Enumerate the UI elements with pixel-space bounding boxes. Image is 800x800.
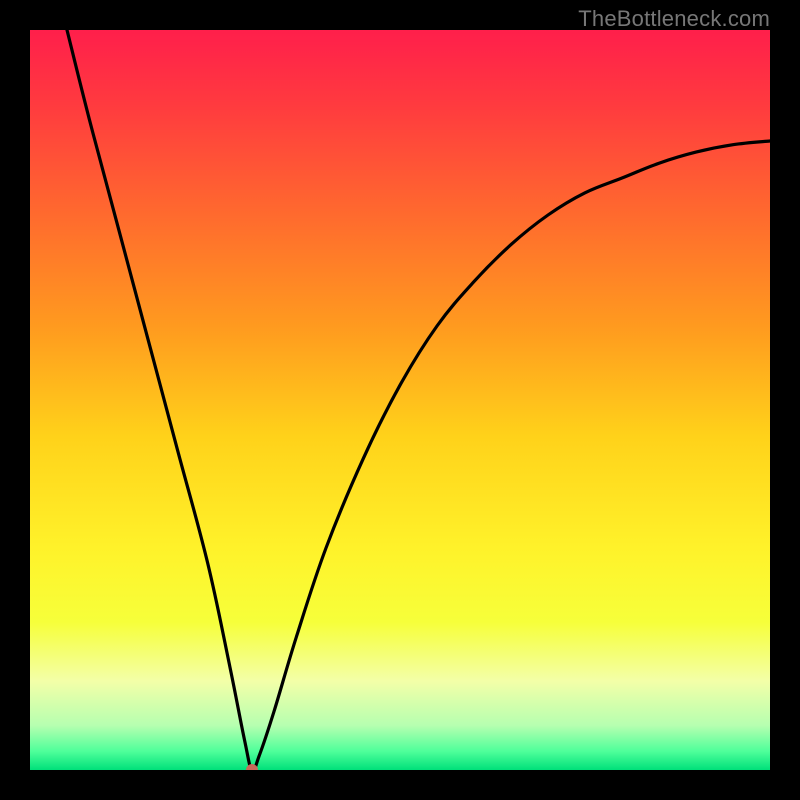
curve-layer (30, 30, 770, 770)
watermark-label: TheBottleneck.com (578, 6, 770, 32)
plot-area (30, 30, 770, 770)
chart-frame: TheBottleneck.com (0, 0, 800, 800)
bottleneck-curve (67, 30, 770, 770)
